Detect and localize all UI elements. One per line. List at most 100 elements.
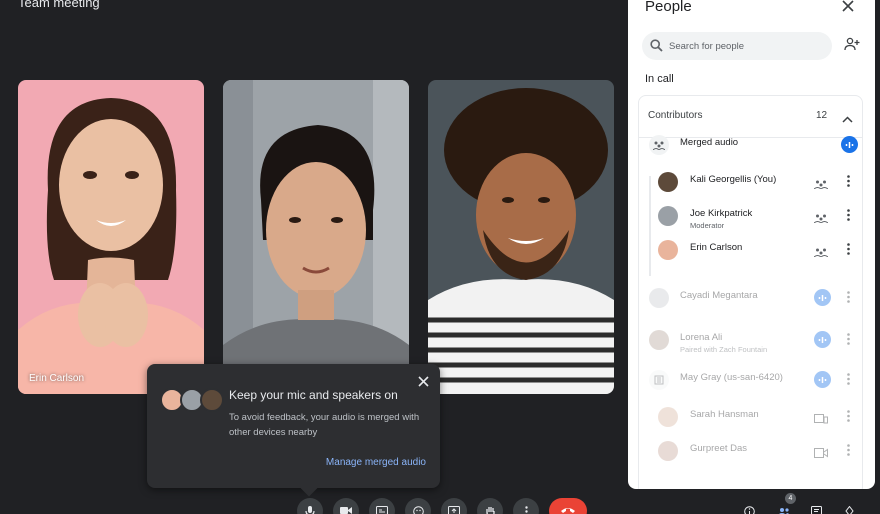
avatar <box>658 407 678 427</box>
participant-name: Erin Carlson <box>690 242 743 253</box>
info-icon <box>744 506 755 514</box>
end-call-button[interactable] <box>549 498 587 514</box>
manage-merged-audio-link[interactable]: Manage merged audio <box>326 457 426 468</box>
participant-role: Moderator <box>690 221 725 230</box>
merged-audio-icon <box>813 176 829 194</box>
participant-row[interactable]: Kali Georgellis (You) <box>639 168 862 198</box>
popup-arrow <box>300 479 318 497</box>
participant-video <box>223 80 409 394</box>
participant-row[interactable]: Gurpreet Das <box>639 437 862 467</box>
video-tile-erin[interactable]: Erin Carlson <box>18 80 204 394</box>
participant-video <box>428 80 614 394</box>
more-vert-icon[interactable] <box>847 332 850 350</box>
more-vert-icon[interactable] <box>847 242 850 260</box>
popup-body: To avoid feedback, your audio is merged … <box>229 412 420 438</box>
participant-video <box>18 80 204 394</box>
participant-paired: Paired with Zach Fountain <box>680 345 768 354</box>
add-person-icon <box>844 37 860 51</box>
participant-name: Gurpreet Das <box>690 443 748 454</box>
people-count-badge: 4 <box>785 493 796 504</box>
activities-icon <box>845 505 854 514</box>
participant-row[interactable]: Erin Carlson <box>639 236 862 266</box>
activities-button[interactable] <box>844 504 855 514</box>
meeting-title: Team meeting <box>18 0 100 10</box>
info-button[interactable] <box>744 504 755 514</box>
room-icon <box>649 370 669 390</box>
more-vert-icon[interactable] <box>847 290 850 308</box>
more-vert-icon[interactable] <box>847 174 850 192</box>
participant-name: May Gray (us-san-6420) <box>680 372 783 383</box>
avatar <box>658 441 678 461</box>
tile-name: Erin Carlson <box>29 373 85 384</box>
mic-button[interactable] <box>297 498 323 514</box>
people-search <box>642 32 832 60</box>
people-panel: People In call Contributors 12 Merged au… <box>628 0 875 489</box>
participant-name: Joe Kirkpatrick <box>690 208 753 219</box>
popup-title: Keep your mic and speakers on <box>229 388 398 402</box>
participant-name: Lorena Ali <box>680 332 723 343</box>
avatar <box>658 240 678 260</box>
chat-button[interactable] <box>811 504 822 514</box>
more-vert-icon[interactable] <box>847 208 850 226</box>
popup-avatars <box>160 388 226 414</box>
contributors-count: 12 <box>816 110 828 121</box>
present-icon <box>448 506 460 514</box>
chevron-up-icon <box>842 116 853 123</box>
audio-level-icon <box>814 331 831 348</box>
in-call-heading: In call <box>645 73 674 85</box>
people-icon <box>779 508 790 514</box>
merged-audio-icon <box>649 135 669 155</box>
participant-row[interactable]: Lorena Ali Paired with Zach Fountain <box>639 326 862 356</box>
collapse-contributors-button[interactable] <box>842 110 853 128</box>
present-button[interactable] <box>441 498 467 514</box>
search-input[interactable] <box>669 32 827 60</box>
avatar <box>658 206 678 226</box>
search-icon <box>650 39 663 52</box>
more-options-button[interactable] <box>513 498 539 514</box>
merged-audio-icon <box>813 210 829 228</box>
end-call-icon <box>561 508 575 513</box>
camera-button[interactable] <box>333 498 359 514</box>
video-tile-participant[interactable] <box>428 80 614 394</box>
raise-hand-button[interactable] <box>477 498 503 514</box>
avatar <box>200 388 224 412</box>
merged-audio-icon <box>813 244 829 262</box>
mic-icon <box>305 506 315 514</box>
more-vert-icon[interactable] <box>847 372 850 390</box>
captions-button[interactable] <box>369 498 395 514</box>
companion-device-icon <box>814 411 828 429</box>
more-vert-icon[interactable] <box>847 409 850 427</box>
captions-icon <box>376 506 388 514</box>
emoji-icon <box>412 506 424 514</box>
participant-name: Cayadi Megantara <box>680 290 758 301</box>
add-people-button[interactable] <box>844 37 862 55</box>
video-tile-joe[interactable] <box>223 80 409 394</box>
avatar <box>649 330 669 350</box>
close-icon <box>417 375 429 387</box>
audio-level-icon <box>841 136 858 153</box>
contributors-label: Contributors <box>648 110 703 121</box>
close-popup-button[interactable] <box>414 372 432 390</box>
audio-level-icon <box>814 289 831 306</box>
side-controls: 4 <box>740 493 870 514</box>
raise-hand-icon <box>485 507 495 514</box>
contributors-section: Contributors 12 Merged audio Kali George… <box>638 95 863 489</box>
participant-row[interactable]: Joe Kirkpatrick Moderator <box>639 202 862 232</box>
participant-row[interactable]: Cayadi Megantara <box>639 284 862 314</box>
more-vert-icon <box>524 506 528 513</box>
participant-row[interactable]: Sarah Hansman <box>639 403 862 433</box>
avatar <box>649 288 669 308</box>
people-button[interactable] <box>778 504 790 514</box>
merged-audio-popup: Keep your mic and speakers on To avoid f… <box>147 364 440 497</box>
camera-icon <box>340 507 352 514</box>
close-panel-button[interactable] <box>842 0 860 17</box>
merged-audio-row[interactable]: Merged audio <box>639 131 862 161</box>
participant-row[interactable]: May Gray (us-san-6420) <box>639 366 862 396</box>
more-vert-icon[interactable] <box>847 443 850 461</box>
reactions-button[interactable] <box>405 498 431 514</box>
video-off-icon <box>814 445 828 463</box>
panel-title: People <box>645 0 692 15</box>
participant-name: Kali Georgellis (You) <box>690 174 777 185</box>
audio-level-icon <box>814 371 831 388</box>
chat-icon <box>811 506 822 514</box>
